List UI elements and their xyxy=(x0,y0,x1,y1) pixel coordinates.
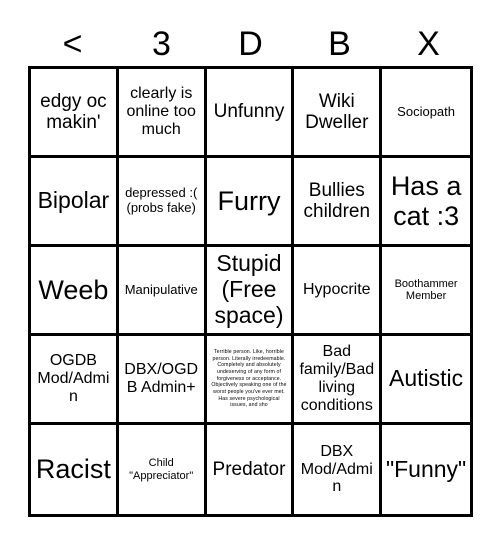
bingo-cell-label: Child "Appreciator" xyxy=(129,457,194,482)
bingo-cell-r1c3[interactable]: Unfunny xyxy=(206,69,295,158)
bingo-cell-r2c3[interactable]: Furry xyxy=(206,158,295,247)
bingo-cell-label: DBX Mod/Admin xyxy=(300,442,373,496)
bingo-cell-label: Sociopath xyxy=(397,103,455,119)
bingo-grid: edgy oc makin' clearly is online too much… xyxy=(28,66,473,517)
bingo-cell-label: Boothammer Member xyxy=(394,277,458,302)
bingo-cell-label: Predator xyxy=(212,458,286,480)
bingo-cell-label: Has a cat :3 xyxy=(390,170,462,231)
bingo-cell-r5c4[interactable]: DBX Mod/Admin xyxy=(294,425,383,514)
bingo-cell-label: Stupid (Free space) xyxy=(214,250,284,328)
bingo-cell-r5c5[interactable]: "Funny" xyxy=(382,425,470,514)
bingo-cell-r1c5[interactable]: Sociopath xyxy=(382,69,470,158)
bingo-cell-label: Furry xyxy=(217,185,281,216)
bingo-cell-r3c3[interactable]: Stupid (Free space) xyxy=(206,247,295,336)
bingo-cell-r3c2[interactable]: Manipulative xyxy=(118,247,207,336)
bingo-header-letter-3: D xyxy=(238,25,263,63)
bingo-cell-label: clearly is online too much xyxy=(126,85,196,138)
bingo-header-letter-4: B xyxy=(328,25,351,63)
bingo-cell-r1c2[interactable]: clearly is online too much xyxy=(118,69,207,158)
bingo-cell-label: Unfunny xyxy=(213,101,285,123)
bingo-cell-r4c5[interactable]: Autistic xyxy=(382,336,470,425)
bingo-cell-r5c2[interactable]: Child "Appreciator" xyxy=(118,425,207,514)
bingo-cell-label: OGDB Mod/Admin xyxy=(37,352,110,405)
bingo-cell-label: Wiki Dweller xyxy=(305,90,369,133)
bingo-cell-r3c1[interactable]: Weeb xyxy=(31,247,119,336)
bingo-cell-r5c1[interactable]: Racist xyxy=(31,425,119,514)
bingo-cell-r4c4[interactable]: Bad family/Bad living conditions xyxy=(294,336,383,425)
bingo-cell-r2c5[interactable]: Has a cat :3 xyxy=(382,158,470,247)
bingo-cell-r1c4[interactable]: Wiki Dweller xyxy=(294,69,383,158)
bingo-cell-label: Manipulative xyxy=(124,281,198,297)
bingo-cell-r4c1[interactable]: OGDB Mod/Admin xyxy=(31,336,119,425)
bingo-cell-label: depressed :( (probs fake) xyxy=(125,185,198,215)
bingo-cell-label: Bullies children xyxy=(303,179,371,222)
bingo-header-letter-5: X xyxy=(417,25,440,63)
bingo-cell-r5c3[interactable]: Predator xyxy=(206,425,295,514)
bingo-cell-r2c2[interactable]: depressed :( (probs fake) xyxy=(118,158,207,247)
bingo-cell-label: Racist xyxy=(35,454,111,485)
bingo-cell-r2c1[interactable]: Bipolar xyxy=(31,158,119,247)
bingo-cell-label: "Funny" xyxy=(385,455,467,482)
bingo-cell-label: DBX/OGDB Admin+ xyxy=(124,361,199,396)
bingo-header-row: <3 D B X xyxy=(28,22,473,66)
bingo-cell-label: Hypocrite xyxy=(303,281,371,299)
bingo-cell-label: Bad family/Bad living conditions xyxy=(299,343,375,414)
bingo-header-letter-1: < xyxy=(62,25,83,63)
bingo-cell-label: Bipolar xyxy=(37,187,110,214)
bingo-cell-r1c1[interactable]: edgy oc makin' xyxy=(31,69,119,158)
bingo-cell-label: Weeb xyxy=(38,274,109,305)
bingo-cell-label: Terrible person. Like, horrible person. … xyxy=(211,349,287,409)
bingo-card: <3 D B X edgy oc makin' clearly is online to… xyxy=(0,0,501,544)
bingo-cell-r4c2[interactable]: DBX/OGDB Admin+ xyxy=(118,336,207,425)
bingo-cell-r3c4[interactable]: Hypocrite xyxy=(294,247,383,336)
bingo-cell-label: Autistic xyxy=(389,365,464,392)
bingo-cell-r2c4[interactable]: Bullies children xyxy=(294,158,383,247)
bingo-header-letter-2: 3 xyxy=(152,25,171,63)
bingo-cell-r4c3[interactable]: Terrible person. Like, horrible person. … xyxy=(206,336,295,425)
bingo-cell-r3c5[interactable]: Boothammer Member xyxy=(382,247,470,336)
bingo-cell-label: edgy oc makin' xyxy=(40,90,107,133)
